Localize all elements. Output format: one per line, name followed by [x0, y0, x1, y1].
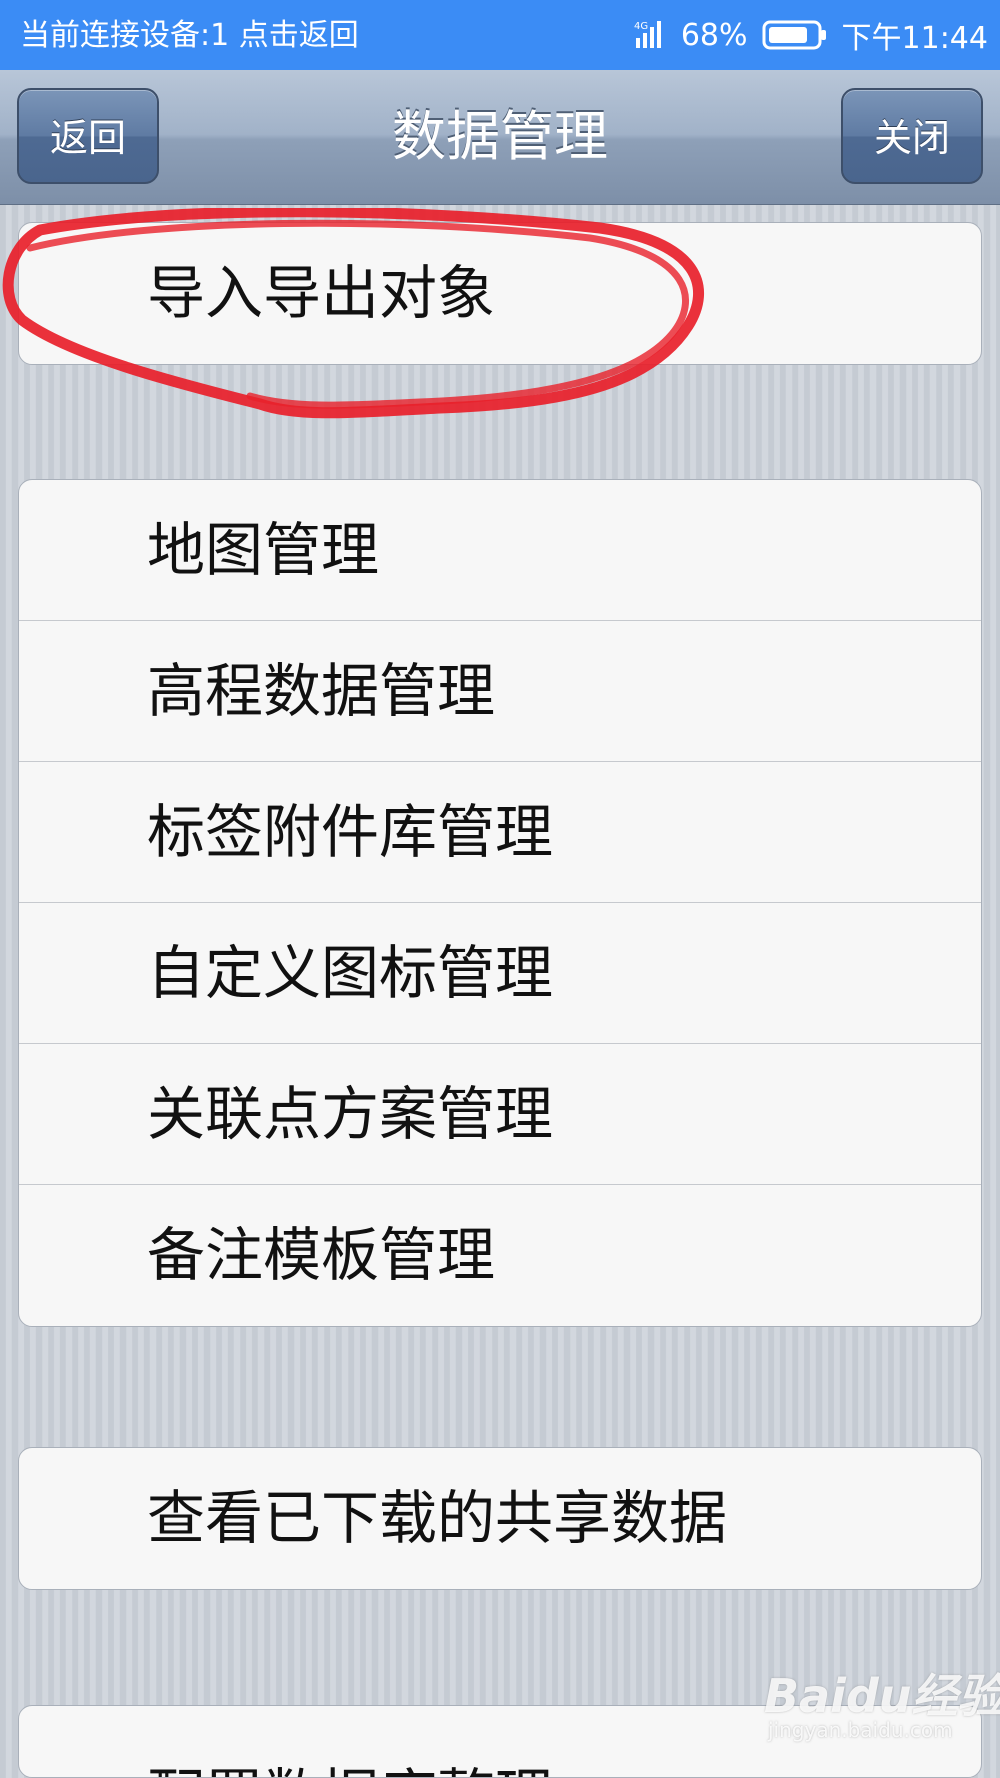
- list-item-association-point-scheme-management[interactable]: 关联点方案管理: [19, 1044, 981, 1185]
- signal-icon: 4G: [634, 21, 661, 48]
- network-type-label: 4G: [634, 21, 648, 32]
- list-item-map-management[interactable]: 地图管理: [19, 480, 981, 621]
- watermark-logo: Baidu经验: [764, 1669, 1000, 1723]
- baidu-jingyan-watermark: Baidu经验 jingyan.baidu.com: [764, 1660, 1000, 1756]
- battery-icon: [762, 20, 826, 50]
- watermark-url: jingyan.baidu.com: [768, 1718, 953, 1742]
- status-connected-devices-text[interactable]: 当前连接设备:1 点击返回: [20, 0, 359, 70]
- status-bar: 当前连接设备:1 点击返回 4G 68% 下午11:44: [0, 0, 1000, 70]
- list-group-data-management: 地图管理 高程数据管理 标签附件库管理 自定义图标管理 关联点方案管理 备注模板…: [18, 479, 982, 1327]
- back-button[interactable]: 返回: [17, 88, 159, 184]
- list-item-tag-attachment-library-management[interactable]: 标签附件库管理: [19, 762, 981, 903]
- list-group-import-export: 导入导出对象: [18, 222, 982, 365]
- navigation-bar: 数据管理 返回 关闭: [0, 70, 1000, 205]
- status-time: 下午11:44: [841, 21, 988, 56]
- status-right-group: 4G 68% 下午11:44: [633, 0, 988, 70]
- list-item-custom-icon-management[interactable]: 自定义图标管理: [19, 903, 981, 1044]
- list-item-elevation-data-management[interactable]: 高程数据管理: [19, 621, 981, 762]
- list-item-view-downloaded-shared-data[interactable]: 查看已下载的共享数据: [19, 1448, 981, 1589]
- battery-percent: 68%: [680, 17, 748, 53]
- close-button[interactable]: 关闭: [841, 88, 983, 184]
- list-group-shared-data: 查看已下载的共享数据: [18, 1447, 982, 1590]
- list-item-import-export-objects[interactable]: 导入导出对象: [19, 223, 981, 364]
- list-item-note-template-management[interactable]: 备注模板管理: [19, 1185, 981, 1326]
